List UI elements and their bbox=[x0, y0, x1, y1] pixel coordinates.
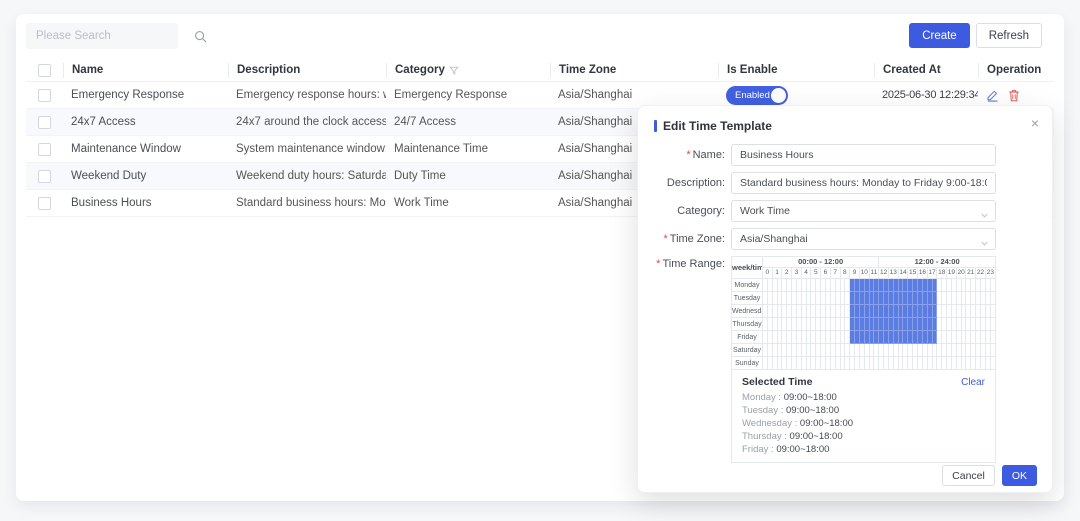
timezone-select[interactable]: Asia/Shanghai bbox=[731, 228, 996, 250]
cell: Duty Time bbox=[386, 170, 550, 182]
grid-cell[interactable] bbox=[990, 305, 995, 318]
cell: Work Time bbox=[386, 197, 550, 209]
edit-icon[interactable] bbox=[986, 89, 999, 102]
column-header-time-zone: Time Zone bbox=[550, 63, 718, 78]
category-select[interactable]: Work Time bbox=[731, 200, 996, 222]
column-header-created-at: Created At bbox=[874, 63, 978, 78]
description-label: *Description: bbox=[638, 172, 731, 194]
filter-icon[interactable] bbox=[449, 66, 459, 76]
selected-time-entry: Thursday : 09:00~18:00 bbox=[742, 430, 985, 443]
selected-time-entry: Friday : 09:00~18:00 bbox=[742, 443, 985, 456]
column-header-category[interactable]: Category bbox=[386, 63, 550, 78]
select-all-checkbox[interactable] bbox=[38, 64, 51, 77]
grid-cell[interactable] bbox=[990, 292, 995, 305]
cell: Emergency Response bbox=[386, 89, 550, 101]
search-icon bbox=[194, 30, 207, 43]
edit-time-template-modal: Edit Time Template × *Name: *Description… bbox=[637, 105, 1053, 493]
timezone-field-row: *Time Zone: Asia/Shanghai bbox=[638, 228, 1052, 250]
name-input[interactable] bbox=[731, 144, 996, 166]
cell: Business Hours bbox=[63, 197, 228, 209]
grid-cell[interactable] bbox=[990, 331, 995, 344]
chevron-down-icon bbox=[980, 235, 989, 250]
grid-cell[interactable] bbox=[990, 318, 995, 331]
chevron-down-icon bbox=[980, 207, 989, 222]
modal-title: Edit Time Template bbox=[663, 119, 772, 133]
timerange-field-row: *Time Range: week/time00:00 - 12:0012:00… bbox=[638, 256, 1052, 463]
enabled-toggle[interactable]: Enabled bbox=[726, 86, 788, 105]
title-accent-bar bbox=[654, 120, 657, 132]
cell: 24x7 Access bbox=[63, 116, 228, 128]
row-checkbox[interactable] bbox=[38, 197, 51, 210]
cell: Weekend duty hours: Saturday and S... bbox=[228, 170, 386, 182]
week-time-grid[interactable]: week/time00:00 - 12:0012:00 - 24:0001234… bbox=[731, 256, 996, 370]
search-input[interactable] bbox=[26, 30, 194, 42]
refresh-button[interactable]: Refresh bbox=[976, 23, 1042, 48]
time-range-widget: week/time00:00 - 12:0012:00 - 24:0001234… bbox=[731, 256, 996, 463]
grid-cell[interactable] bbox=[990, 344, 995, 357]
selected-time-entry: Tuesday : 09:00~18:00 bbox=[742, 404, 985, 417]
row-checkbox[interactable] bbox=[38, 143, 51, 156]
cell: Maintenance Window bbox=[63, 143, 228, 155]
delete-icon[interactable] bbox=[1008, 89, 1020, 102]
column-header-name: Name bbox=[63, 63, 228, 78]
category-field-row: *Category: Work Time bbox=[638, 200, 1052, 222]
selected-time-title: Selected Time bbox=[742, 376, 812, 388]
ok-button[interactable]: OK bbox=[1002, 465, 1037, 486]
cell: 24/7 Access bbox=[386, 116, 550, 128]
row-checkbox[interactable] bbox=[38, 116, 51, 129]
category-label: *Category: bbox=[638, 200, 731, 222]
modal-header: Edit Time Template bbox=[638, 106, 1052, 133]
grid-cell[interactable] bbox=[990, 279, 995, 292]
created-at-cell: 2025-06-30 12:29:34 bbox=[874, 89, 978, 101]
cell: System maintenance window: Sunda... bbox=[228, 143, 386, 155]
column-header-description: Description bbox=[228, 63, 386, 78]
column-header-is-enable: Is Enable bbox=[718, 63, 874, 78]
create-button[interactable]: Create bbox=[909, 23, 970, 48]
column-header-operation: Operation bbox=[978, 63, 1054, 78]
cell: Emergency Response bbox=[63, 89, 228, 101]
cell: Weekend Duty bbox=[63, 170, 228, 182]
grid-cell[interactable] bbox=[990, 357, 995, 370]
timerange-label: *Time Range: bbox=[638, 256, 731, 270]
selected-time-entry: Wednesday : 09:00~18:00 bbox=[742, 417, 985, 430]
cell: Maintenance Time bbox=[386, 143, 550, 155]
row-checkbox[interactable] bbox=[38, 89, 51, 102]
row-checkbox[interactable] bbox=[38, 170, 51, 183]
cancel-button[interactable]: Cancel bbox=[942, 465, 995, 486]
selected-time-box: Selected Time Clear Monday : 09:00~18:00… bbox=[732, 369, 995, 462]
clear-link[interactable]: Clear bbox=[961, 377, 985, 388]
selected-time-entry: Monday : 09:00~18:00 bbox=[742, 391, 985, 404]
description-field-row: *Description: bbox=[638, 172, 1052, 194]
timezone-label: *Time Zone: bbox=[638, 228, 731, 250]
cell: Emergency response hours: weekday... bbox=[228, 89, 386, 101]
cell: 24x7 around the clock access bbox=[228, 116, 386, 128]
name-label: *Name: bbox=[638, 144, 731, 166]
name-field-row: *Name: bbox=[638, 144, 1052, 166]
cell: Asia/Shanghai bbox=[550, 89, 718, 101]
close-icon[interactable]: × bbox=[1031, 115, 1039, 131]
table-header: NameDescriptionCategoryTime ZoneIs Enabl… bbox=[26, 60, 1054, 82]
select-all-cell bbox=[26, 64, 63, 77]
description-input[interactable] bbox=[731, 172, 996, 194]
cell: Standard business hours: Monday to ... bbox=[228, 197, 386, 209]
search-box bbox=[26, 23, 178, 49]
